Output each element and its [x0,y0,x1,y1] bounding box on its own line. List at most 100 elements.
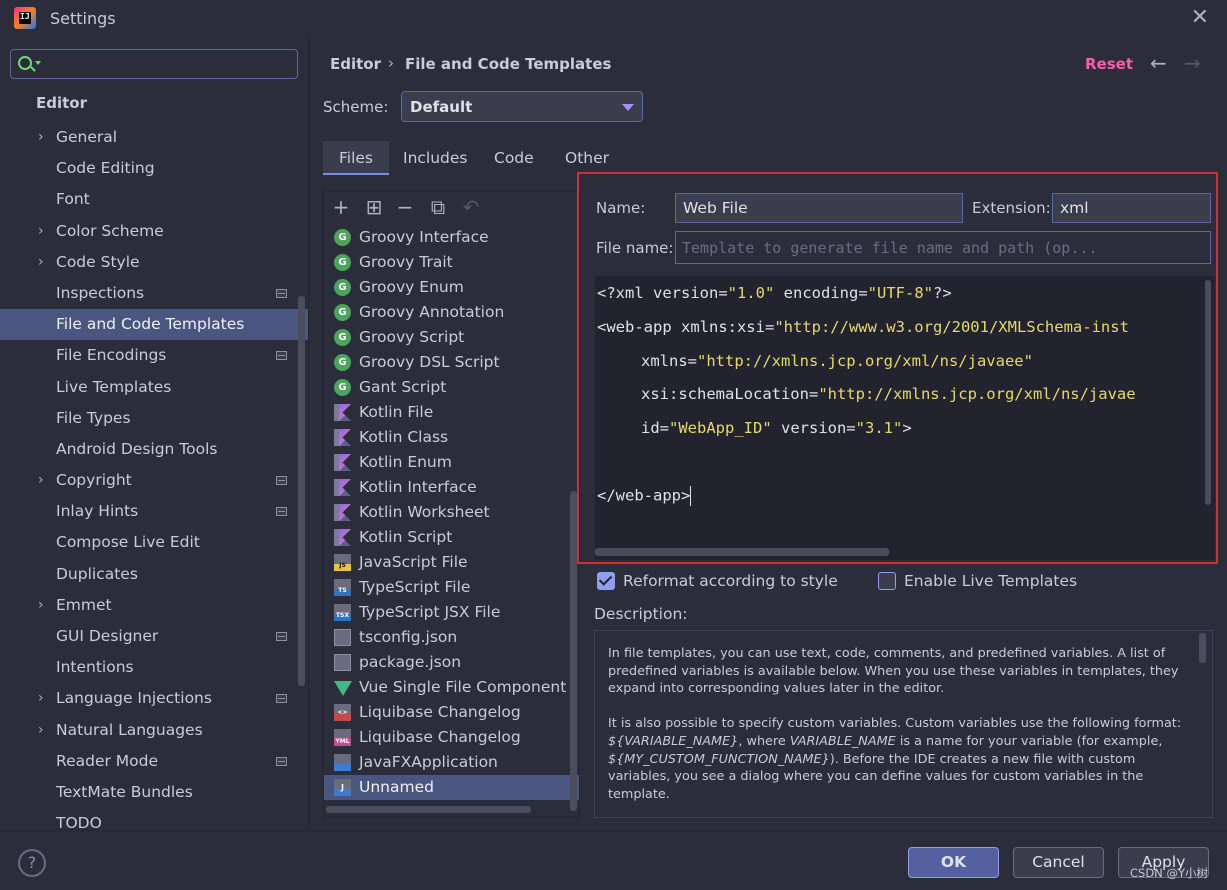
template-list-item[interactable]: Kotlin Worksheet [324,500,579,525]
sidebar-item-label: Android Design Tools [56,439,218,458]
sidebar-item-label: File Types [56,408,131,427]
add-icon[interactable]: + [330,196,352,218]
sidebar-item-font[interactable]: Font [0,184,308,215]
template-list-item[interactable]: Vue Single File Component [324,675,579,700]
sidebar-scrollbar[interactable] [298,296,305,686]
template-list-item[interactable]: Kotlin Script [324,525,579,550]
sidebar-item-file-types[interactable]: File Types [0,403,308,434]
reformat-label[interactable]: Reformat according to style [623,572,838,590]
sidebar-item-reader-mode[interactable]: Reader Mode [0,746,308,777]
sidebar-item-natural-languages[interactable]: › Natural Languages [0,715,308,746]
description-scrollbar[interactable] [1199,633,1206,663]
template-list-vscrollbar[interactable] [570,491,577,811]
reformat-checkbox[interactable] [597,572,615,590]
description-paragraph-2: It is also possible to specify custom va… [608,716,1182,802]
close-icon[interactable]: ✕ [1191,5,1209,30]
tab-files[interactable]: Files [323,141,390,175]
template-list-item[interactable]: G Groovy Annotation [324,300,579,325]
sidebar-section-title[interactable]: Editor [36,94,87,112]
help-icon[interactable]: ? [18,849,46,877]
template-list-item[interactable]: Kotlin Class [324,425,579,450]
sidebar-item-file-encodings[interactable]: File Encodings [0,340,308,371]
template-list-item[interactable]: TS TypeScript File [324,575,579,600]
template-list-item[interactable]: J Unnamed [324,775,579,800]
template-list-item[interactable]: G Groovy Enum [324,275,579,300]
template-label: Groovy Script [359,328,465,346]
chevron-right-icon[interactable]: › [38,247,44,278]
chevron-right-icon[interactable]: › [38,465,44,496]
template-code-editor[interactable]: <?xml version="1.0" encoding="UTF-8"?> <… [595,276,1215,560]
reset-to-default-icon[interactable]: ↶ [460,196,482,218]
sidebar-item-copyright[interactable]: › Copyright [0,465,308,496]
sidebar-item-general[interactable]: › General [0,122,308,153]
template-list-item[interactable]: package.json [324,650,579,675]
ok-button[interactable]: OK [908,847,999,878]
template-list-item[interactable]: G Groovy Trait [324,250,579,275]
template-label: Liquibase Changelog [359,728,521,746]
search-history-dropdown-icon[interactable] [35,61,41,65]
sidebar-item-android-design-tools[interactable]: Android Design Tools [0,434,308,465]
template-list-hscrollbar[interactable] [326,806,531,813]
extension-field[interactable] [1052,193,1211,223]
template-label: Liquibase Changelog [359,703,521,721]
content-panel: Editor › File and Code Templates Reset ←… [310,38,1227,830]
back-arrow-icon[interactable]: ← [1150,51,1167,75]
sidebar-item-duplicates[interactable]: Duplicates [0,559,308,590]
template-list-item[interactable]: G Groovy DSL Script [324,350,579,375]
template-list-item[interactable]: Kotlin File [324,400,579,425]
sidebar-item-language-injections[interactable]: › Language Injections [0,683,308,714]
sidebar-item-intentions[interactable]: Intentions [0,652,308,683]
tab-code[interactable]: Code [478,141,550,175]
sidebar-item-emmet[interactable]: › Emmet [0,590,308,621]
sidebar-item-label: GUI Designer [56,627,159,645]
chevron-right-icon[interactable]: › [38,715,44,746]
template-list-item[interactable]: <> Liquibase Changelog [324,700,579,725]
sidebar-item-textmate-bundles[interactable]: TextMate Bundles [0,777,308,808]
tab-other[interactable]: Other [549,141,625,175]
title-bar: IJ Settings ✕ [0,0,1227,38]
breadcrumb-parent[interactable]: Editor [330,55,381,73]
template-list-item[interactable]: G Gant Script [324,375,579,400]
template-label: Unnamed [359,778,434,796]
tab-includes[interactable]: Includes [387,141,484,175]
chevron-right-icon[interactable]: › [38,216,44,247]
copy-icon[interactable]: ⧉ [427,196,449,218]
sidebar-item-todo[interactable]: TODO [0,808,308,830]
scheme-dropdown[interactable]: Default [401,91,643,122]
template-list-item[interactable]: Kotlin Enum [324,450,579,475]
template-list-item[interactable]: G Groovy Script [324,325,579,350]
sidebar-item-gui-designer[interactable]: GUI Designer [0,621,308,652]
sidebar-item-code-editing[interactable]: Code Editing [0,153,308,184]
enable-live-templates-label[interactable]: Enable Live Templates [904,572,1077,590]
add-child-template-icon[interactable]: ⊞ [363,196,385,218]
sidebar-item-code-style[interactable]: › Code Style [0,247,308,278]
chevron-right-icon[interactable]: › [38,683,44,714]
filename-field[interactable] [675,231,1211,264]
sidebar-item-compose-live-edit[interactable]: Compose Live Edit [0,527,308,558]
remove-icon[interactable]: − [394,196,416,218]
settings-search[interactable] [10,49,298,79]
sidebar-item-color-scheme[interactable]: › Color Scheme [0,216,308,247]
reset-link[interactable]: Reset [1085,55,1133,73]
sidebar-item-label: Reader Mode [56,751,159,770]
sidebar-item-inlay-hints[interactable]: Inlay Hints [0,496,308,527]
template-list-item[interactable]: TSX TypeScript JSX File [324,600,579,625]
sidebar-item-inspections[interactable]: Inspections [0,278,308,309]
name-field[interactable] [675,193,963,223]
code-hscrollbar[interactable] [595,548,889,556]
search-input[interactable] [45,53,290,75]
chevron-right-icon[interactable]: › [38,122,44,153]
enable-live-templates-checkbox[interactable] [878,572,896,590]
template-list-item[interactable]: G Groovy Interface [324,225,579,250]
cancel-button[interactable]: Cancel [1013,847,1104,878]
template-list-item[interactable]: JavaFXApplication [324,750,579,775]
chevron-right-icon[interactable]: › [38,590,44,621]
sidebar-item-live-templates[interactable]: Live Templates [0,372,308,403]
template-list-item[interactable]: YML Liquibase Changelog [324,725,579,750]
template-list-item[interactable]: tsconfig.json [324,625,579,650]
template-list-item[interactable]: Kotlin Interface [324,475,579,500]
template-label: Groovy Interface [359,228,489,246]
sidebar-item-file-and-code-templates[interactable]: File and Code Templates [0,309,308,341]
code-vscrollbar[interactable] [1205,280,1211,505]
template-list-item[interactable]: JS JavaScript File [324,550,579,575]
